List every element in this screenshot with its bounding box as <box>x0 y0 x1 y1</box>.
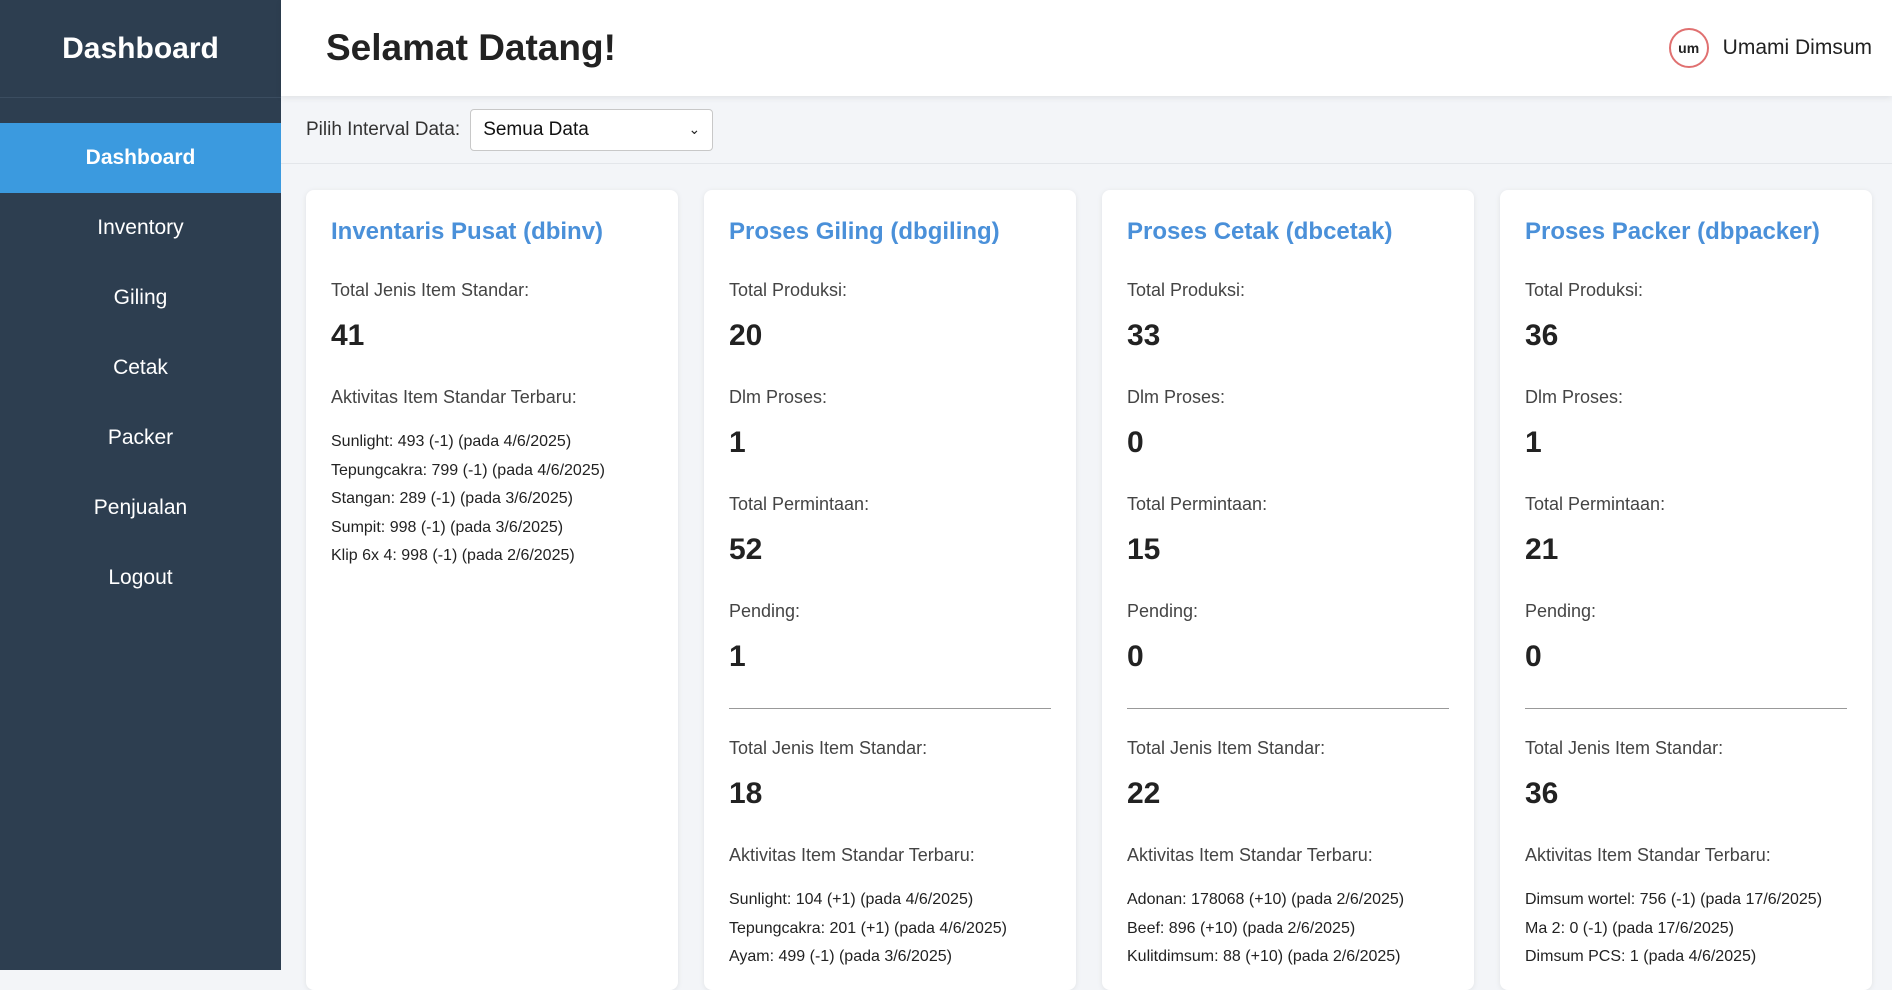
card-title: Proses Cetak (dbcetak) <box>1127 218 1393 245</box>
stat-label: Total Produksi: <box>1525 280 1644 300</box>
stat-label: Dlm Proses: <box>1525 387 1624 407</box>
interval-label: Pilih Interval Data: <box>306 118 461 140</box>
brand-logo-icon: um <box>1668 28 1709 68</box>
sidebar-nav: Dashboard Inventory Giling Cetak Packer … <box>0 123 281 613</box>
stat-value: 36 <box>1525 777 1559 810</box>
stat-value: 52 <box>729 533 763 566</box>
card-giling: Proses Giling (dbgiling) Total Produksi:… <box>704 190 1076 990</box>
stat-value: 1 <box>1525 426 1542 459</box>
stat-label: Pending: <box>1525 601 1597 621</box>
stat-label: Total Jenis Item Standar: <box>1127 738 1326 758</box>
stat-label: Dlm Proses: <box>729 387 828 407</box>
activity-title: Aktivitas Item Standar Terbaru: <box>1525 845 1771 865</box>
activity-item: Dimsum PCS: 1 (pada 4/6/2025) <box>1525 948 1757 965</box>
sidebar-title: Dashboard <box>0 0 281 98</box>
card-title: Inventaris Pusat (dbinv) <box>331 218 604 245</box>
card-title: Proses Packer (dbpacker) <box>1525 218 1820 245</box>
sidebar-item-packer[interactable]: Packer <box>0 403 281 473</box>
stat-label: Total Jenis Item Standar: <box>331 280 530 300</box>
divider <box>1525 708 1847 709</box>
stat-value: 0 <box>1525 640 1542 673</box>
user-profile[interactable]: um Umami Dimsum <box>1668 28 1872 68</box>
stat-label: Dlm Proses: <box>1127 387 1226 407</box>
activity-item: Stangan: 289 (-1) (pada 3/6/2025) <box>331 490 573 507</box>
card-title: Proses Giling (dbgiling) <box>729 218 1000 245</box>
stat-label: Total Jenis Item Standar: <box>729 738 928 758</box>
activity-item: Sunlight: 493 (-1) (pada 4/6/2025) <box>331 433 572 450</box>
stat-label: Total Permintaan: <box>729 494 870 514</box>
activity-item: Klip 6x 4: 998 (-1) (pada 2/6/2025) <box>331 547 575 564</box>
interval-select[interactable]: Semua Data ⌄ <box>470 108 714 151</box>
activity-item: Tepungcakra: 799 (-1) (pada 4/6/2025) <box>331 461 605 479</box>
stat-label: Total Permintaan: <box>1127 494 1268 514</box>
activity-title: Aktivitas Item Standar Terbaru: <box>729 845 975 865</box>
sidebar-item-cetak[interactable]: Cetak <box>0 333 281 403</box>
activity-item: Kulitdimsum: 88 (+10) (pada 2/6/2025) <box>1127 948 1401 965</box>
activity-item: Adonan: 178068 (+10) (pada 2/6/2025) <box>1127 891 1405 908</box>
activity-item: Dimsum wortel: 756 (-1) (pada 17/6/2025) <box>1525 891 1823 908</box>
activity-item: Ma 2: 0 (-1) (pada 17/6/2025) <box>1525 919 1735 937</box>
interval-select-value: Semua Data <box>483 118 589 140</box>
divider <box>1127 708 1449 709</box>
stat-label: Pending: <box>1127 601 1199 621</box>
sidebar-item-penjualan[interactable]: Penjualan <box>0 473 281 543</box>
sidebar-item-logout[interactable]: Logout <box>0 543 281 613</box>
stat-value: 1 <box>729 426 746 459</box>
activity-item: Sunlight: 104 (+1) (pada 4/6/2025) <box>729 891 974 908</box>
activity-item: Ayam: 499 (-1) (pada 3/6/2025) <box>729 948 952 965</box>
stat-value: 0 <box>1127 640 1144 673</box>
stat-label: Total Permintaan: <box>1525 494 1666 514</box>
sidebar-item-dashboard[interactable]: Dashboard <box>0 123 281 193</box>
page-title: Selamat Datang! <box>326 27 616 68</box>
stat-value: 20 <box>729 319 763 352</box>
stat-value: 36 <box>1525 319 1559 352</box>
card-cetak: Proses Cetak (dbcetak) Total Produksi: 3… <box>1102 190 1474 990</box>
stat-label: Total Jenis Item Standar: <box>1525 738 1724 758</box>
sidebar-item-inventory[interactable]: Inventory <box>0 193 281 263</box>
chevron-down-icon: ⌄ <box>688 121 701 137</box>
topbar: Selamat Datang! um Umami Dimsum <box>281 0 1892 96</box>
username: Umami Dimsum <box>1722 36 1872 59</box>
stat-value: 0 <box>1127 426 1144 459</box>
activity-item: Beef: 896 (+10) (pada 2/6/2025) <box>1127 919 1356 937</box>
stat-value: 33 <box>1127 319 1161 352</box>
stat-value: 41 <box>331 319 365 352</box>
activity-item: Tepungcakra: 201 (+1) (pada 4/6/2025) <box>729 919 1007 937</box>
stat-value: 22 <box>1127 777 1161 810</box>
stat-value: 1 <box>729 640 746 673</box>
card-packer: Proses Packer (dbpacker) Total Produksi:… <box>1500 190 1872 990</box>
activity-title: Aktivitas Item Standar Terbaru: <box>1127 845 1373 865</box>
divider <box>729 708 1051 709</box>
stat-value: 18 <box>729 777 763 810</box>
stat-value: 21 <box>1525 533 1559 566</box>
stat-label: Pending: <box>729 601 801 621</box>
activity-title: Aktivitas Item Standar Terbaru: <box>331 387 577 407</box>
stat-value: 15 <box>1127 533 1161 566</box>
card-inventaris: Inventaris Pusat (dbinv) Total Jenis Ite… <box>306 190 678 990</box>
sidebar: Dashboard Dashboard Inventory Giling Cet… <box>0 0 281 970</box>
sidebar-item-giling[interactable]: Giling <box>0 263 281 333</box>
stat-label: Total Produksi: <box>729 280 848 300</box>
stat-label: Total Produksi: <box>1127 280 1246 300</box>
filter-bar: Pilih Interval Data: Semua Data ⌄ <box>281 96 1892 164</box>
activity-item: Sumpit: 998 (-1) (pada 3/6/2025) <box>331 518 564 536</box>
